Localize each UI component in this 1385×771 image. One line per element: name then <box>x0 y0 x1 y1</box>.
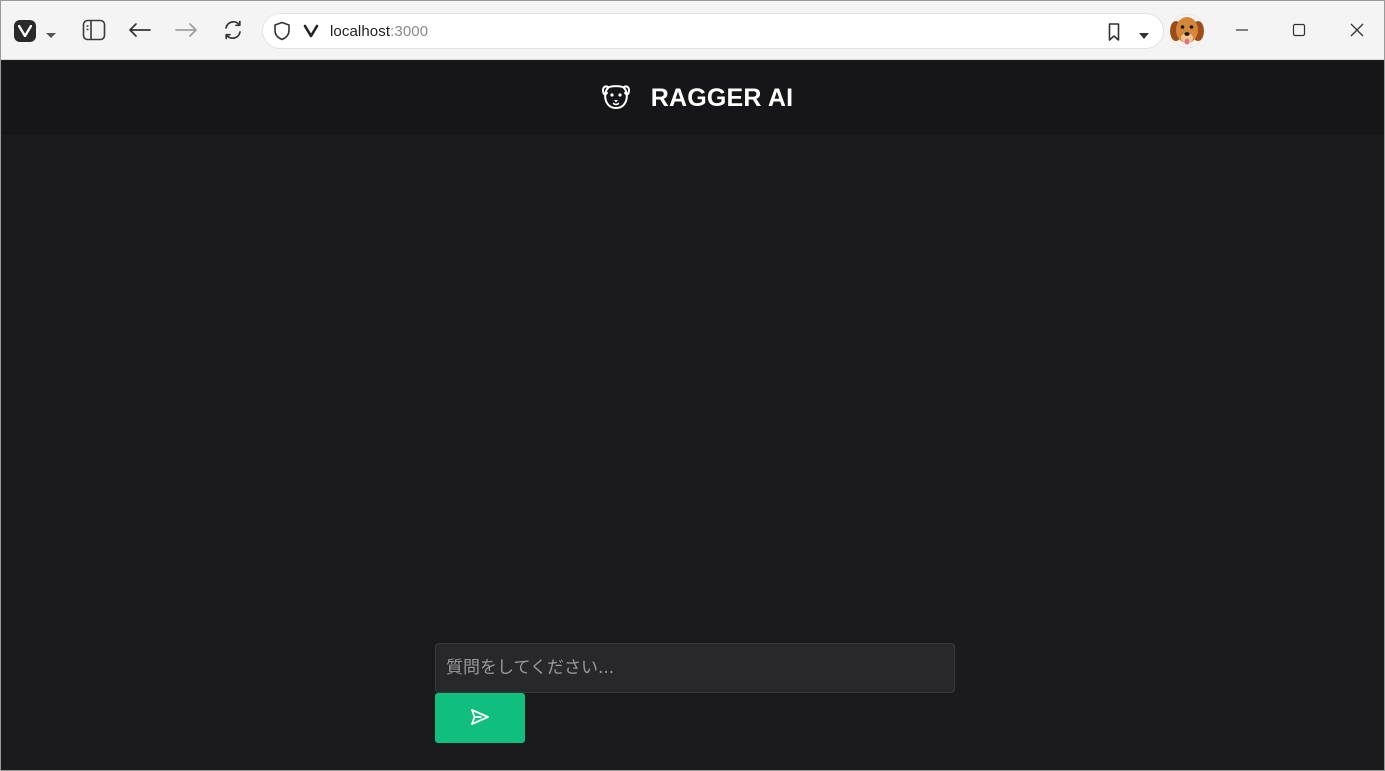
question-input-container <box>435 643 955 693</box>
send-icon <box>470 708 490 729</box>
forward-arrow-icon[interactable] <box>171 15 201 45</box>
minimize-icon[interactable] <box>1227 15 1257 45</box>
url-text[interactable]: localhost:3000 <box>330 23 428 40</box>
browser-window: localhost:3000 RAGGER AI 質問をしてください... <box>0 0 1385 771</box>
bookmark-icon[interactable] <box>1106 22 1122 47</box>
panel-toggle-icon[interactable] <box>79 15 109 45</box>
maximize-icon[interactable] <box>1284 15 1314 45</box>
question-input[interactable] <box>436 644 954 692</box>
address-bar[interactable]: localhost:3000 <box>262 13 1164 49</box>
profile-avatar[interactable] <box>1170 14 1204 48</box>
chevron-down-icon[interactable] <box>45 27 57 45</box>
chevron-down-icon[interactable] <box>1138 27 1150 45</box>
vivaldi-logo-icon[interactable] <box>14 20 36 42</box>
url-port: :3000 <box>390 23 429 40</box>
back-arrow-icon[interactable] <box>125 15 155 45</box>
app-header: RAGGER AI <box>2 61 1384 135</box>
app-title: RAGGER AI <box>650 83 794 112</box>
shield-icon[interactable] <box>273 21 291 46</box>
dog-face-icon <box>601 82 631 115</box>
url-host: localhost <box>330 23 391 40</box>
browser-toolbar: localhost:3000 <box>1 1 1384 60</box>
vivaldi-v-icon <box>303 24 319 43</box>
brand: RAGGER AI <box>601 82 794 115</box>
close-icon[interactable] <box>1342 15 1372 45</box>
app-root: RAGGER AI <box>2 61 1384 770</box>
send-button[interactable] <box>435 693 525 743</box>
reload-icon[interactable] <box>218 15 248 45</box>
